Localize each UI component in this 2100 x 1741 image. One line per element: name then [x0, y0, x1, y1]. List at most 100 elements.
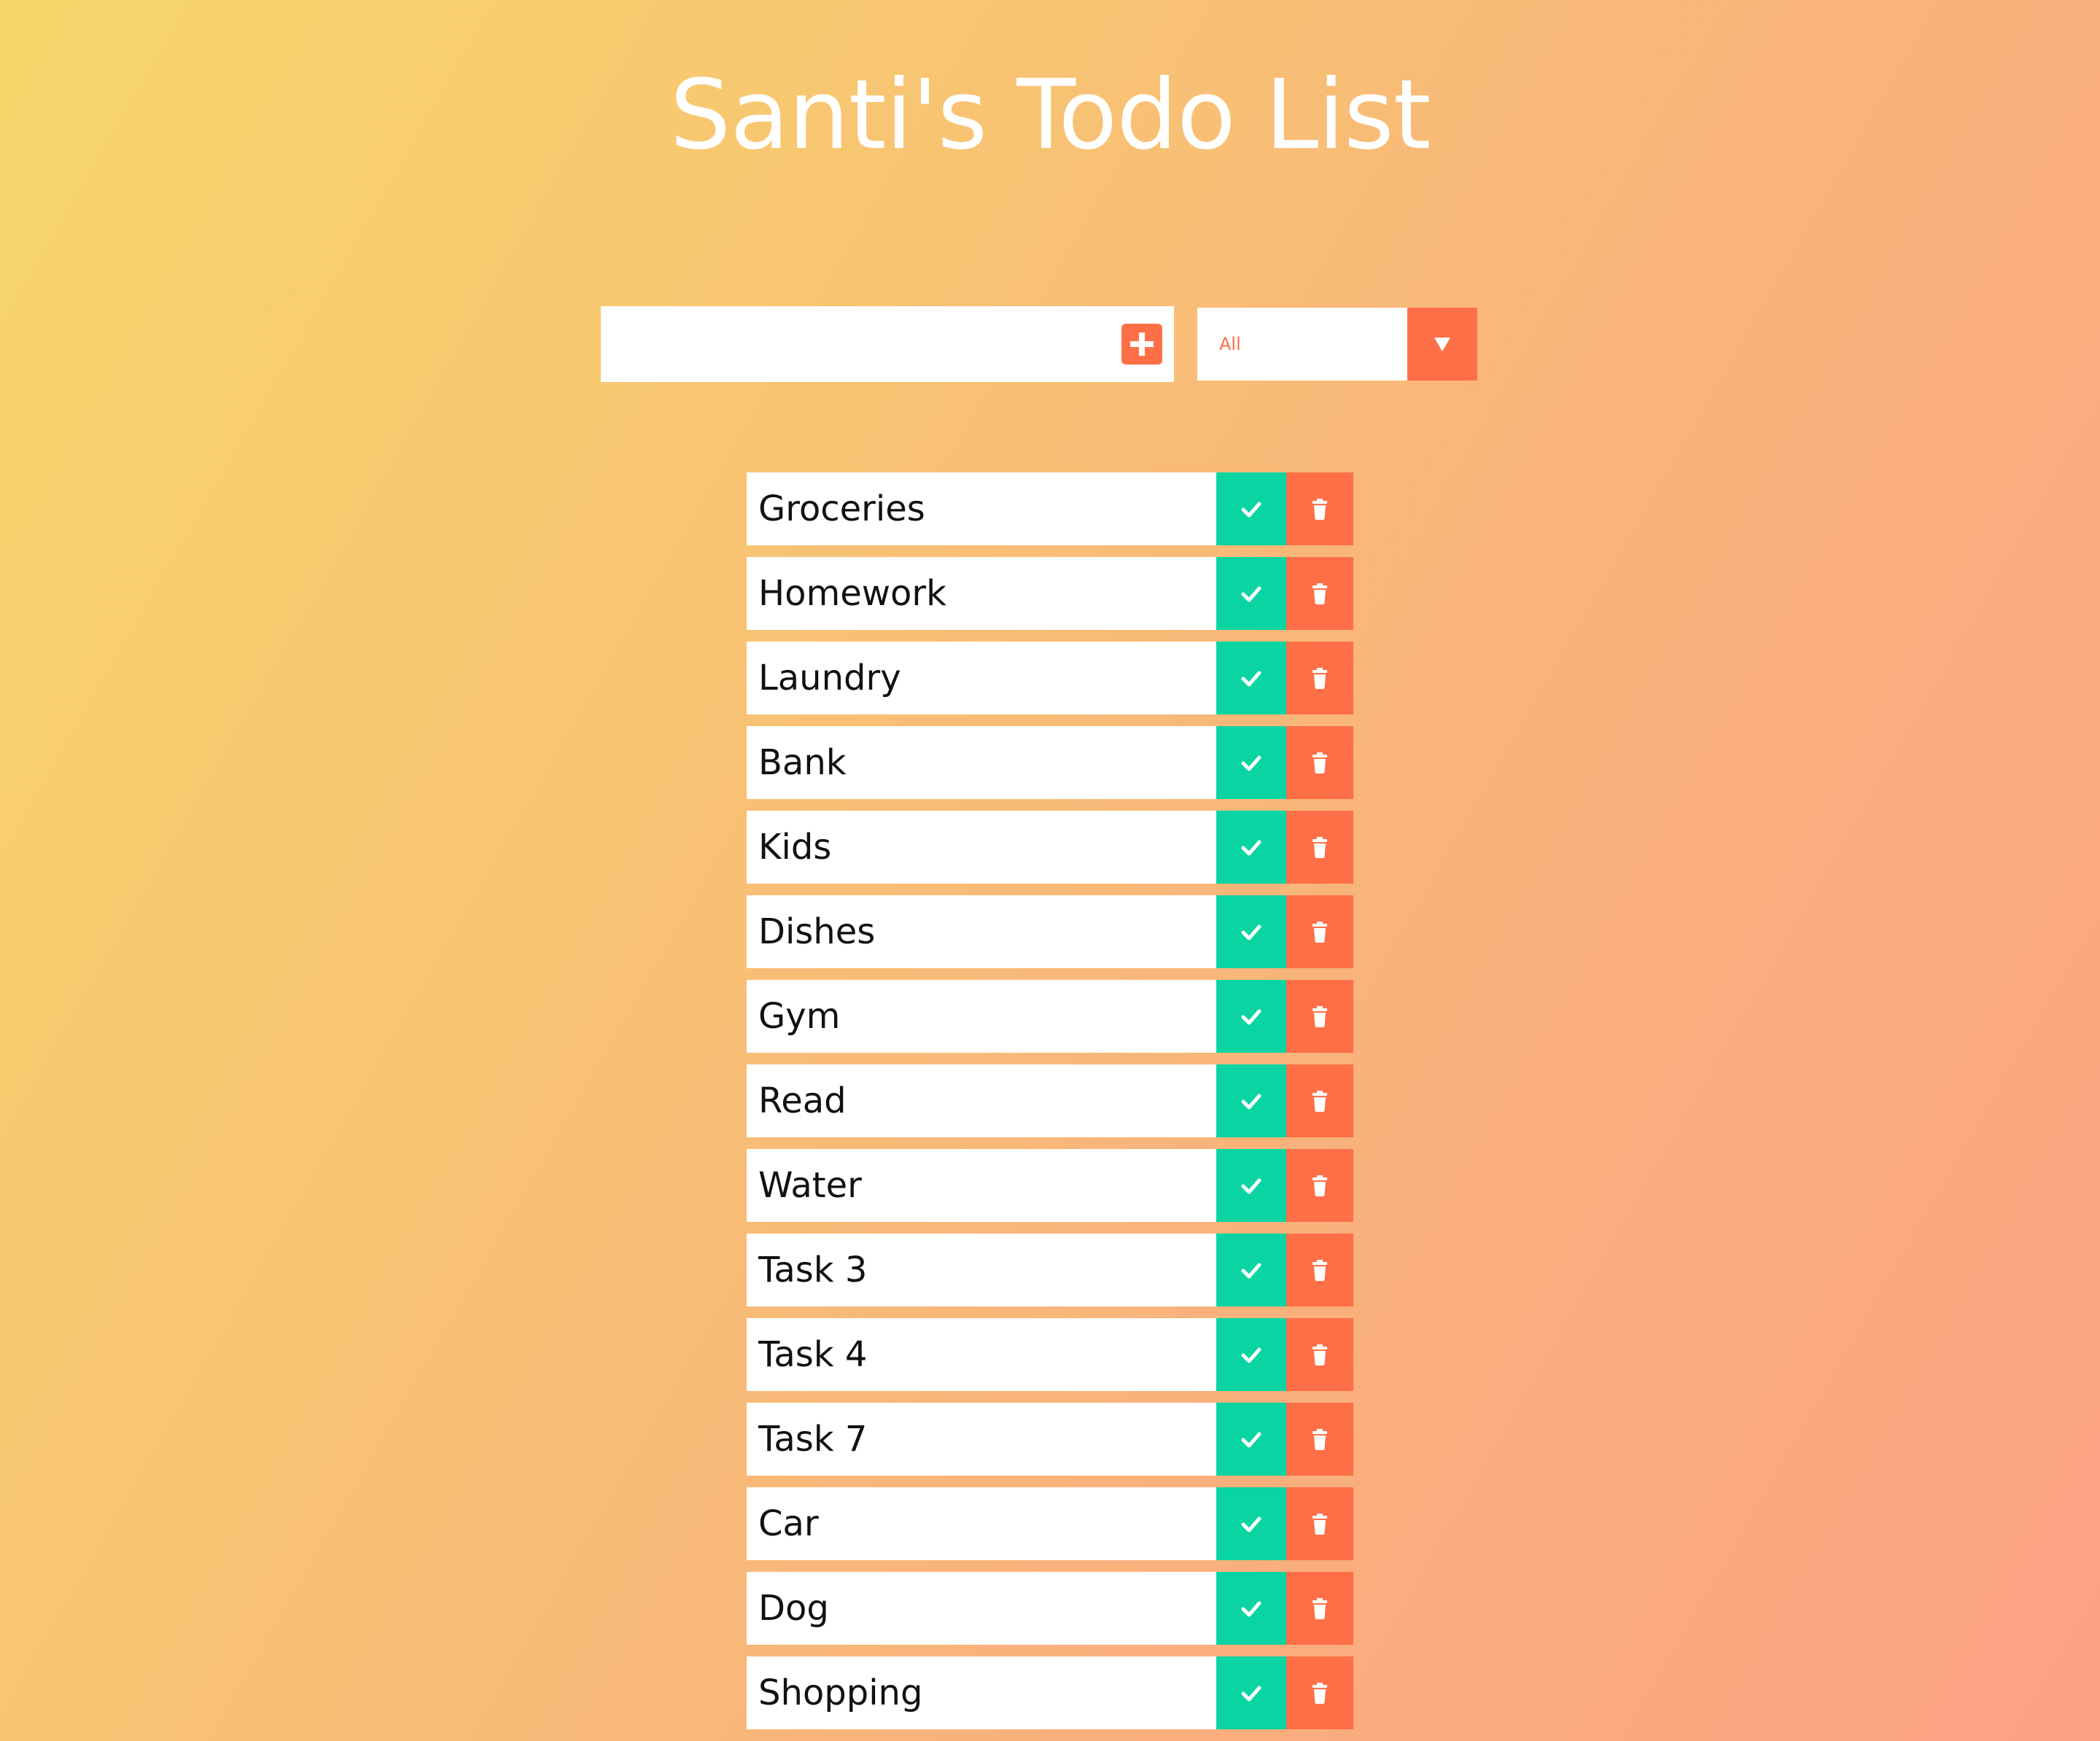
trash-icon [1312, 499, 1327, 520]
delete-button[interactable] [1286, 1487, 1353, 1560]
todo-item-label: Dog [758, 1588, 829, 1629]
filter-select[interactable]: All [1197, 308, 1477, 381]
todo-item: Water [747, 1149, 1353, 1222]
todo-input-container [601, 306, 1174, 382]
check-icon [1241, 1347, 1261, 1363]
add-todo-button[interactable] [1121, 324, 1162, 365]
todo-item: Task 7 [747, 1403, 1353, 1476]
todo-item: Dishes [747, 895, 1353, 968]
check-icon [1241, 755, 1261, 771]
trash-icon [1312, 837, 1327, 858]
check-icon [1241, 671, 1261, 687]
trash-icon [1312, 1683, 1327, 1704]
caret-down-icon [1434, 338, 1450, 351]
check-icon [1241, 1263, 1261, 1279]
todo-item-label: Homework [758, 573, 946, 614]
trash-icon [1312, 752, 1327, 774]
complete-button[interactable] [1216, 557, 1286, 630]
todo-item-label: Kids [758, 827, 832, 868]
complete-button[interactable] [1216, 1487, 1286, 1560]
delete-button[interactable] [1286, 1318, 1353, 1391]
filter-selected-value: All [1219, 334, 1241, 354]
todo-item-label: Dishes [758, 911, 876, 952]
check-icon [1241, 1516, 1261, 1532]
complete-button[interactable] [1216, 895, 1286, 968]
check-icon [1241, 502, 1261, 518]
todo-item-label: Car [758, 1503, 819, 1544]
complete-button[interactable] [1216, 642, 1286, 714]
todo-item: Task 3 [747, 1234, 1353, 1306]
trash-icon [1312, 668, 1327, 689]
delete-button[interactable] [1286, 1149, 1353, 1222]
todo-item-label: Water [758, 1165, 862, 1206]
trash-icon [1312, 1344, 1327, 1366]
complete-button[interactable] [1216, 1572, 1286, 1645]
check-icon [1241, 1178, 1261, 1194]
todo-item: Gym [747, 980, 1353, 1053]
todo-item-label: Task 4 [758, 1334, 868, 1375]
delete-button[interactable] [1286, 557, 1353, 630]
check-icon [1241, 1686, 1261, 1702]
delete-button[interactable] [1286, 811, 1353, 884]
complete-button[interactable] [1216, 980, 1286, 1053]
delete-button[interactable] [1286, 1656, 1353, 1729]
complete-button[interactable] [1216, 1318, 1286, 1391]
filter-dropdown-button[interactable] [1407, 308, 1477, 381]
delete-button[interactable] [1286, 1234, 1353, 1306]
trash-icon [1312, 1514, 1327, 1535]
todo-item: Car [747, 1487, 1353, 1560]
check-icon [1241, 586, 1261, 602]
check-icon [1241, 1009, 1261, 1025]
todo-item-label: Task 3 [758, 1250, 868, 1290]
todo-item: Bank [747, 726, 1353, 799]
todo-item: Laundry [747, 642, 1353, 714]
delete-button[interactable] [1286, 726, 1353, 799]
complete-button[interactable] [1216, 1234, 1286, 1306]
check-icon [1241, 924, 1261, 940]
todo-form: All [601, 306, 1477, 382]
complete-button[interactable] [1216, 726, 1286, 799]
delete-button[interactable] [1286, 642, 1353, 714]
todo-item: Shopping [747, 1656, 1353, 1729]
todo-item-label: Read [758, 1080, 847, 1121]
check-icon [1241, 1432, 1261, 1448]
todo-item-label: Task 7 [758, 1419, 868, 1460]
check-icon [1241, 1601, 1261, 1617]
complete-button[interactable] [1216, 811, 1286, 884]
delete-button[interactable] [1286, 472, 1353, 545]
todo-item: Read [747, 1064, 1353, 1137]
delete-button[interactable] [1286, 1064, 1353, 1137]
todo-item-label: Laundry [758, 658, 901, 698]
delete-button[interactable] [1286, 1572, 1353, 1645]
trash-icon [1312, 1429, 1327, 1450]
trash-icon [1312, 922, 1327, 943]
check-icon [1241, 1094, 1261, 1110]
trash-icon [1312, 1598, 1327, 1619]
plus-square-icon [1130, 332, 1154, 356]
todo-item-label: Bank [758, 742, 847, 783]
complete-button[interactable] [1216, 472, 1286, 545]
complete-button[interactable] [1216, 1656, 1286, 1729]
page-title: Santi's Todo List [669, 59, 1431, 171]
complete-button[interactable] [1216, 1403, 1286, 1476]
delete-button[interactable] [1286, 1403, 1353, 1476]
delete-button[interactable] [1286, 980, 1353, 1053]
todo-item: Dog [747, 1572, 1353, 1645]
todo-item-label: Shopping [758, 1672, 923, 1713]
todo-item: Kids [747, 811, 1353, 884]
delete-button[interactable] [1286, 895, 1353, 968]
todo-item: Homework [747, 557, 1353, 630]
todo-input[interactable] [601, 306, 1111, 382]
trash-icon [1312, 1091, 1327, 1112]
todo-item-label: Groceries [758, 488, 925, 529]
complete-button[interactable] [1216, 1149, 1286, 1222]
todo-item-label: Gym [758, 996, 841, 1037]
trash-icon [1312, 1175, 1327, 1196]
trash-icon [1312, 583, 1327, 604]
todo-item: Task 4 [747, 1318, 1353, 1391]
trash-icon [1312, 1260, 1327, 1281]
todo-item: Groceries [747, 472, 1353, 545]
complete-button[interactable] [1216, 1064, 1286, 1137]
trash-icon [1312, 1006, 1327, 1027]
todo-list: Groceries Homework Laundry Bank Kids Dishes Gy… [747, 472, 1353, 1741]
